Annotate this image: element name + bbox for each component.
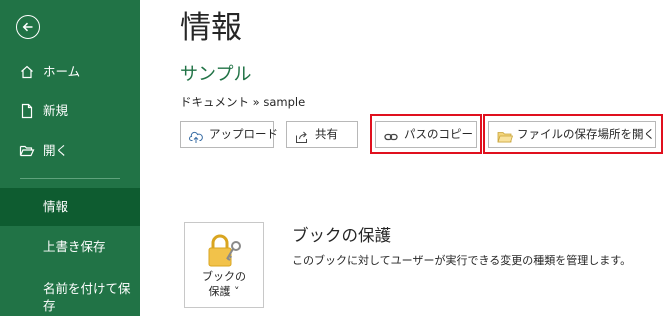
backstage-sidebar: ホーム 新規 開く 情報 上書き保存 名前を付けて保存 <box>0 0 140 316</box>
new-document-icon <box>19 103 35 119</box>
page-title: 情報 <box>180 10 242 46</box>
protect-description: このブックに対してユーザーが実行できる変更の種類を管理します。 <box>292 254 632 267</box>
lock-key-icon <box>208 234 241 267</box>
protect-workbook-button[interactable]: ブックの 保護 ˅ <box>184 222 264 308</box>
sidebar-item-label: 名前を付けて保存 <box>43 281 131 313</box>
share-label: 共有 <box>315 127 338 141</box>
sidebar-item-info[interactable]: 情報 <box>0 188 140 226</box>
sidebar-item-save[interactable]: 上書き保存 <box>0 229 140 265</box>
sidebar-item-label: ホーム <box>43 64 81 79</box>
breadcrumb: ドキュメント » sample <box>180 95 306 109</box>
protect-label-line1: ブックの <box>202 270 246 283</box>
sidebar-item-label: 開く <box>43 143 69 158</box>
sidebar-item-label: 新規 <box>43 103 69 118</box>
upload-label: アップロード <box>209 127 278 141</box>
highlight-box-open-location <box>483 114 663 154</box>
sidebar-item-home[interactable]: ホーム <box>0 54 140 90</box>
folder-open-icon <box>19 143 35 159</box>
sidebar-item-label: 情報 <box>43 199 69 214</box>
sidebar-item-new[interactable]: 新規 <box>0 93 140 129</box>
protect-workbook-label: ブックの 保護 ˅ <box>185 269 263 299</box>
share-icon <box>295 128 309 143</box>
upload-icon <box>189 128 203 143</box>
share-button[interactable]: 共有 <box>286 121 358 148</box>
sidebar-item-open[interactable]: 開く <box>0 133 140 169</box>
home-icon <box>19 64 35 80</box>
protect-label-line2: 保護 ˅ <box>208 285 240 298</box>
protect-heading: ブックの保護 <box>292 226 391 245</box>
upload-button[interactable]: アップロード <box>180 121 278 148</box>
back-button[interactable] <box>16 15 40 39</box>
highlight-box-copy-path <box>370 114 482 154</box>
sidebar-item-save-as[interactable]: 名前を付けて保存 <box>0 274 140 316</box>
document-name: サンプル <box>180 64 252 85</box>
sidebar-divider <box>20 178 120 179</box>
sidebar-item-label: 上書き保存 <box>43 239 106 254</box>
back-arrow-icon <box>22 22 33 32</box>
